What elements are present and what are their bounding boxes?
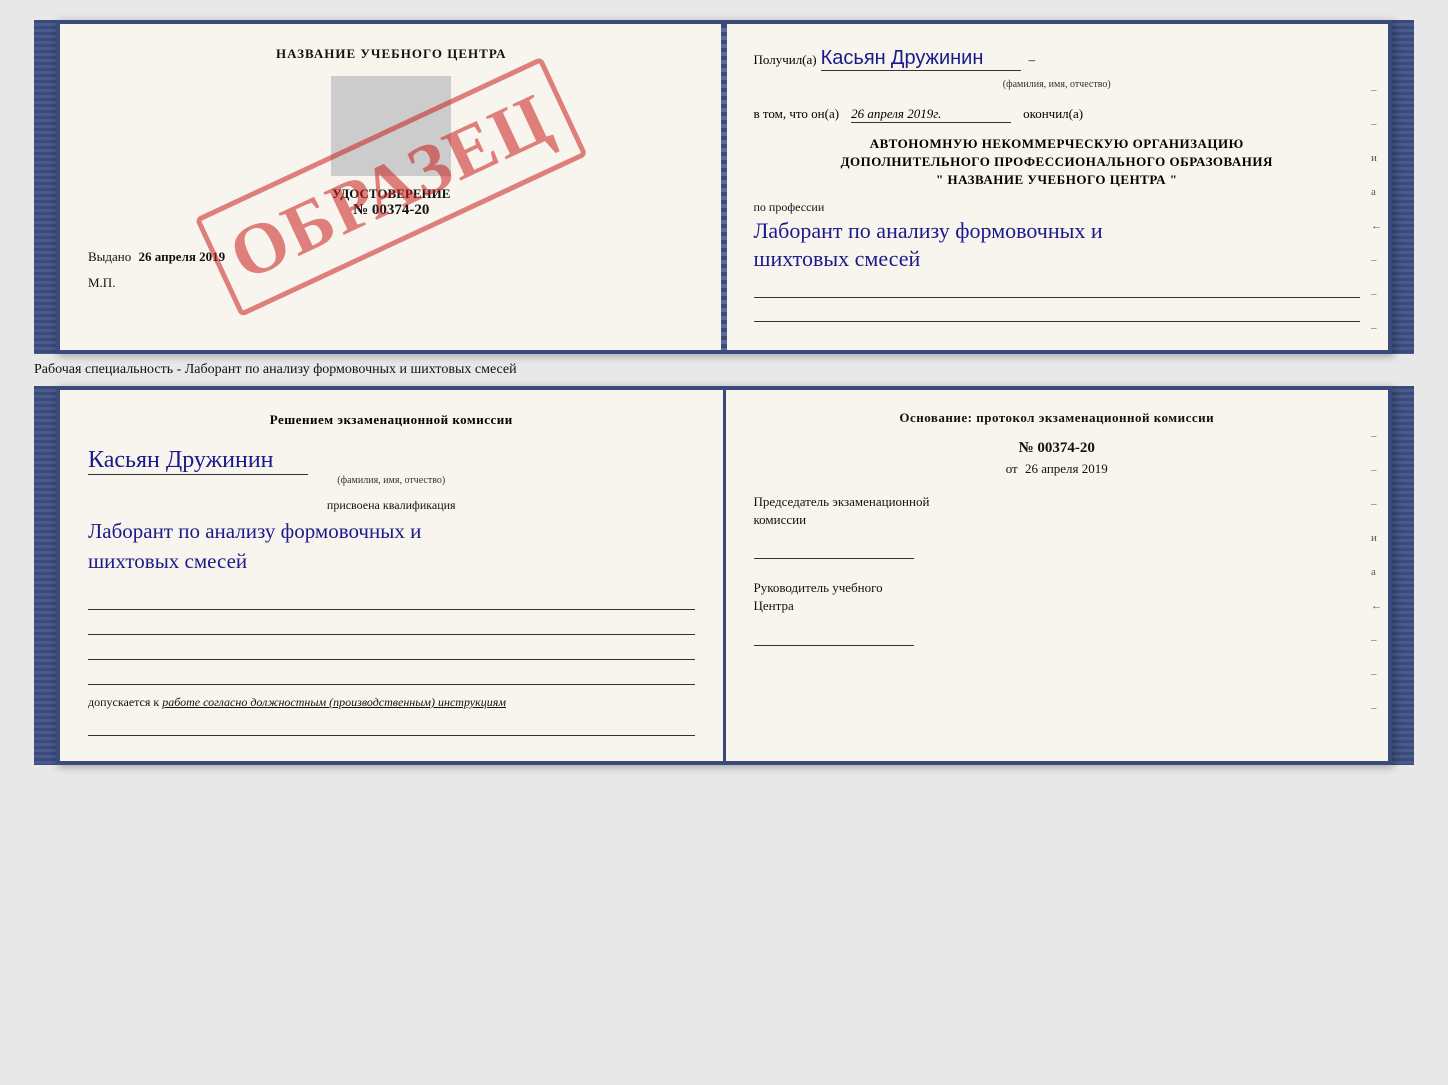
specialty-text: Рабочая специальность - Лаборант по анал… [34, 362, 517, 377]
cert-left-page: НАЗВАНИЕ УЧЕБНОГО ЦЕНТРА УДОСТОВЕРЕНИЕ №… [60, 24, 726, 350]
cert-issued-block: Выдано 26 апреля 2019 [88, 249, 695, 265]
in-that-label: в том, что он(а) [754, 106, 840, 122]
deco-dash-3: – [1371, 254, 1382, 266]
date-value-top: 26 апреля 2019г. [851, 106, 1011, 123]
received-name: Касьян Дружинин [821, 46, 1021, 71]
br-deco-a: а [1371, 566, 1382, 578]
head-line1: Руководитель учебного [754, 580, 883, 595]
br-deco-dash-5: – [1371, 668, 1382, 680]
cert-doc-number: № 00374-20 [88, 202, 695, 219]
protocol-date: от 26 апреля 2019 [754, 461, 1361, 477]
bottom-certificate-book: Решением экзаменационной комиссии Касьян… [34, 386, 1414, 765]
binding-left [34, 20, 56, 354]
binding-right-bottom [1392, 386, 1414, 765]
dopusk-prefix: допускается к [88, 695, 159, 709]
bottom-name-subtext: (фамилия, имя, отчество) [88, 475, 695, 486]
deco-dash-4: – [1371, 288, 1382, 300]
dash-right: – [1029, 52, 1036, 68]
deco-dash-2: – [1371, 118, 1382, 130]
underline-bl-3 [88, 640, 695, 660]
dopusk-text: работе согласно должностным (производств… [162, 695, 506, 709]
bottom-name-handwritten: Касьян Дружинин [88, 447, 308, 475]
cert-book-top: НАЗВАНИЕ УЧЕБНОГО ЦЕНТРА УДОСТОВЕРЕНИЕ №… [56, 20, 1392, 354]
org-line1: АВТОНОМНУЮ НЕКОММЕРЧЕСКУЮ ОРГАНИЗАЦИЮ [754, 135, 1361, 153]
mp-label: М.П. [88, 275, 695, 291]
date-prefix: от [1006, 461, 1018, 476]
underline-bl-5 [88, 716, 695, 736]
date-value-bottom: 26 апреля 2019 [1025, 461, 1108, 476]
chairman-label: Председатель экзаменационной комиссии [754, 493, 1361, 529]
in-that-line: в том, что он(а) 26 апреля 2019г. окончи… [754, 106, 1361, 123]
chairman-line2: комиссии [754, 512, 807, 527]
qualification-handwritten: Лаборант по анализу формовочных и шихтов… [88, 517, 695, 576]
specialty-bar: Рабочая специальность - Лаборант по анал… [34, 354, 1414, 386]
head-line2: Центра [754, 598, 794, 613]
name-subtext-top: (фамилия, имя, отчество) [754, 79, 1361, 90]
deco-dash-5: – [1371, 322, 1382, 334]
org-line3: " НАЗВАНИЕ УЧЕБНОГО ЦЕНТРА " [754, 171, 1361, 189]
br-deco-arrow: ← [1371, 600, 1382, 612]
br-deco-dash-2: – [1371, 464, 1382, 476]
chairman-line1: Председатель экзаменационной [754, 494, 930, 509]
finished-label: окончил(а) [1023, 106, 1083, 122]
qualification-line2: шихтовых смесей [88, 549, 247, 573]
binding-left-bottom [34, 386, 56, 765]
cert-id-block: УДОСТОВЕРЕНИЕ № 00374-20 [88, 186, 695, 219]
cert-inner-top: НАЗВАНИЕ УЧЕБНОГО ЦЕНТРА УДОСТОВЕРЕНИЕ №… [56, 20, 1392, 354]
top-certificate-book: НАЗВАНИЕ УЧЕБНОГО ЦЕНТРА УДОСТОВЕРЕНИЕ №… [34, 20, 1414, 354]
deco-a: а [1371, 186, 1382, 198]
qualification-line1: Лаборант по анализу формовочных и [88, 519, 421, 543]
right-deco-block: – – и а ← – – – [1371, 84, 1382, 334]
photo-placeholder [331, 76, 451, 176]
deco-arrow: ← [1371, 220, 1382, 232]
underline-1 [754, 280, 1361, 298]
osnov-label: Основание: протокол экзаменационной коми… [754, 410, 1361, 426]
received-line: Получил(а) Касьян Дружинин – [754, 46, 1361, 71]
deco-i: и [1371, 152, 1382, 164]
protocol-number: № 00374-20 [754, 440, 1361, 457]
org-line2: ДОПОЛНИТЕЛЬНОГО ПРОФЕССИОНАЛЬНОГО ОБРАЗО… [754, 153, 1361, 171]
chairman-block: Председатель экзаменационной комиссии [754, 493, 1361, 559]
cert-right-page: Получил(а) Касьян Дружинин – (фамилия, и… [726, 24, 1389, 350]
br-deco-dash-3: – [1371, 498, 1382, 510]
profession-line2: шихтовых смесей [754, 246, 921, 271]
received-label: Получил(а) [754, 52, 817, 68]
chairman-sig-line [754, 537, 914, 559]
underline-bl-1 [88, 590, 695, 610]
br-deco-dash-4: – [1371, 634, 1382, 646]
cert-inner-bottom: Решением экзаменационной комиссии Касьян… [56, 386, 1392, 765]
issued-label: Выдано [88, 249, 131, 264]
issued-date: 26 апреля 2019 [139, 249, 226, 264]
head-label: Руководитель учебного Центра [754, 579, 1361, 615]
underline-2 [754, 304, 1361, 322]
commission-text: Решением экзаменационной комиссии [88, 410, 695, 430]
cert-doc-label: УДОСТОВЕРЕНИЕ [88, 186, 695, 202]
profession-line1: Лаборант по анализу формовочных и [754, 218, 1103, 243]
dopusk-block: допускается к работе согласно должностны… [88, 695, 695, 710]
cert-book-bottom: Решением экзаменационной комиссии Касьян… [56, 386, 1392, 765]
binding-right [1392, 20, 1414, 354]
profession-handwritten: Лаборант по анализу формовочных и шихтов… [754, 217, 1361, 274]
br-deco-i: и [1371, 532, 1382, 544]
bottom-right-page: Основание: протокол экзаменационной коми… [726, 390, 1389, 761]
qualification-label: присвоена квалификация [88, 498, 695, 513]
head-block: Руководитель учебного Центра [754, 579, 1361, 645]
bottom-right-deco: – – – и а ← – – – [1371, 430, 1382, 714]
br-deco-dash-6: – [1371, 702, 1382, 714]
cert-center-title: НАЗВАНИЕ УЧЕБНОГО ЦЕНТРА [88, 46, 695, 62]
br-deco-dash-1: – [1371, 430, 1382, 442]
underline-bl-2 [88, 615, 695, 635]
bottom-name-block: Касьян Дружинин [88, 439, 695, 475]
deco-dash-1: – [1371, 84, 1382, 96]
org-block: АВТОНОМНУЮ НЕКОММЕРЧЕСКУЮ ОРГАНИЗАЦИЮ ДО… [754, 135, 1361, 190]
head-sig-line [754, 624, 914, 646]
underline-bl-4 [88, 665, 695, 685]
prof-label: по профессии [754, 200, 1361, 215]
bottom-left-page: Решением экзаменационной комиссии Касьян… [60, 390, 726, 761]
bottom-lines [88, 590, 695, 685]
